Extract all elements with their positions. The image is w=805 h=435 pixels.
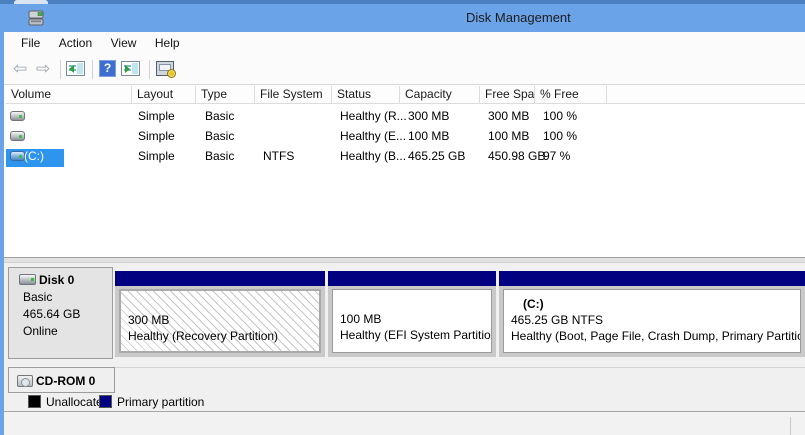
cdrom0-name: CD-ROM 0 xyxy=(36,374,96,388)
disk-drive-icon xyxy=(28,10,44,26)
cell-layout: Simple xyxy=(138,129,175,143)
disk-management-window: Disk Management File Action View Help ⇦ … xyxy=(0,0,805,435)
menu-action[interactable]: Action xyxy=(52,32,99,50)
cell-file-system: NTFS xyxy=(263,149,295,163)
partition-color-bar xyxy=(115,271,325,286)
cdrom-icon xyxy=(17,375,33,387)
cell-status: Healthy (B... xyxy=(340,149,407,163)
partition-body-hatched: 300 MB Healthy (Recovery Partition) xyxy=(119,289,321,353)
toolbar: ⇦ ⇨ ? xyxy=(4,55,805,85)
volume-list: Volume Layout Type File System Status Ca… xyxy=(4,86,805,256)
column-header-layout[interactable]: Layout xyxy=(132,86,196,103)
volume-name: (C:) xyxy=(24,149,44,163)
show-console-tree-icon[interactable] xyxy=(66,60,86,78)
partition-recovery[interactable]: 300 MB Healthy (Recovery Partition) xyxy=(115,271,325,357)
help-icon[interactable]: ? xyxy=(99,60,116,77)
legend-label: Primary partition xyxy=(117,395,205,409)
cell-type: Basic xyxy=(205,149,235,163)
cell-capacity: 100 MB xyxy=(408,129,450,143)
cell-capacity: 465.25 GB xyxy=(408,149,466,163)
menu-view[interactable]: View xyxy=(104,32,144,50)
volume-row-recovery[interactable]: Simple Basic Healthy (R... 300 MB 300 MB… xyxy=(4,106,803,126)
cell-type: Basic xyxy=(205,109,235,123)
disk0-label-box[interactable]: Disk 0 Basic 465.64 GB Online xyxy=(8,267,113,359)
status-bar xyxy=(4,412,805,435)
partition-size: 100 MB xyxy=(340,312,382,326)
disk0-name: Disk 0 xyxy=(39,273,75,287)
column-header-file-system[interactable]: File System xyxy=(255,86,332,103)
cell-layout: Simple xyxy=(138,109,175,123)
cell-pct-free: 97 % xyxy=(543,149,571,163)
cell-pct-free: 100 % xyxy=(543,129,578,143)
status-bar-divider xyxy=(790,417,791,435)
partition-status: Healthy (Recovery Partition) xyxy=(128,329,279,343)
partition-body: 100 MB Healthy (EFI System Partition) xyxy=(332,289,492,353)
column-header-pct-free[interactable]: % Free xyxy=(535,86,607,103)
partition-c[interactable]: (C:) 465.25 GB NTFS Healthy (Boot, Page … xyxy=(499,271,805,357)
cdrom-track-divider xyxy=(115,367,805,368)
toolbar-separator xyxy=(60,60,61,79)
partition-body: (C:) 465.25 GB NTFS Healthy (Boot, Page … xyxy=(503,289,801,353)
volume-icon xyxy=(10,111,25,121)
volume-row-c-selected[interactable]: (C:) Simple Basic NTFS Healthy (B... 465… xyxy=(4,146,803,167)
show-action-pane-icon[interactable] xyxy=(121,60,141,78)
column-header-status[interactable]: Status xyxy=(332,86,400,103)
menu-file[interactable]: File xyxy=(14,32,47,50)
column-header-type[interactable]: Type xyxy=(196,86,255,103)
partition-size: 300 MB xyxy=(128,313,170,327)
cell-layout: Simple xyxy=(138,149,175,163)
menu-help[interactable]: Help xyxy=(148,32,187,50)
primary-partition-swatch xyxy=(99,395,112,408)
partition-size: 465.25 GB NTFS xyxy=(511,313,604,327)
cdrom0-label-box[interactable]: CD-ROM 0 xyxy=(8,367,115,393)
partition-color-bar xyxy=(499,271,805,286)
volume-icon-selected xyxy=(10,151,25,161)
column-header-volume[interactable]: Volume xyxy=(6,86,132,103)
cell-type: Basic xyxy=(205,129,235,143)
cell-status: Healthy (R... xyxy=(340,109,407,123)
graphical-view: Disk 0 Basic 465.64 GB Online 300 MB Hea… xyxy=(4,263,805,393)
unallocated-swatch xyxy=(28,395,41,408)
disk-icon xyxy=(19,274,36,285)
legend-bar: Unallocated Primary partition xyxy=(4,393,805,412)
volume-row-efi[interactable]: Simple Basic Healthy (E... 100 MB 100 MB… xyxy=(4,126,803,146)
column-header-capacity[interactable]: Capacity xyxy=(400,86,480,103)
cell-free-space: 100 MB xyxy=(488,129,530,143)
back-arrow-icon[interactable]: ⇦ xyxy=(13,60,33,78)
title-bar[interactable]: Disk Management xyxy=(0,4,805,32)
disk0-status: Online xyxy=(23,324,58,338)
disk0-type: Basic xyxy=(23,290,53,304)
toolbar-separator xyxy=(92,60,93,79)
partition-label: (C:) xyxy=(523,297,544,311)
partition-status: Healthy (Boot, Page File, Crash Dump, Pr… xyxy=(511,329,801,343)
partition-status: Healthy (EFI System Partition) xyxy=(340,328,492,342)
partition-color-bar xyxy=(328,271,496,286)
disk0-size: 465.64 GB xyxy=(23,307,81,321)
column-header-filler xyxy=(607,86,805,103)
disk-management-view-icon[interactable] xyxy=(156,60,176,78)
cell-free-space: 300 MB xyxy=(488,109,530,123)
window-title: Disk Management xyxy=(466,10,571,25)
menu-bar: File Action View Help xyxy=(4,32,805,55)
list-header: Volume Layout Type File System Status Ca… xyxy=(6,86,805,104)
cell-pct-free: 100 % xyxy=(543,109,578,123)
volume-icon xyxy=(10,131,25,141)
cell-free-space: 450.98 GB xyxy=(488,149,546,163)
partition-efi[interactable]: 100 MB Healthy (EFI System Partition) xyxy=(328,271,496,357)
toolbar-separator xyxy=(149,60,150,79)
forward-arrow-icon[interactable]: ⇨ xyxy=(36,60,56,78)
cell-capacity: 300 MB xyxy=(408,109,450,123)
column-header-free-space[interactable]: Free Spa... xyxy=(480,86,535,103)
cell-status: Healthy (E... xyxy=(340,129,407,143)
